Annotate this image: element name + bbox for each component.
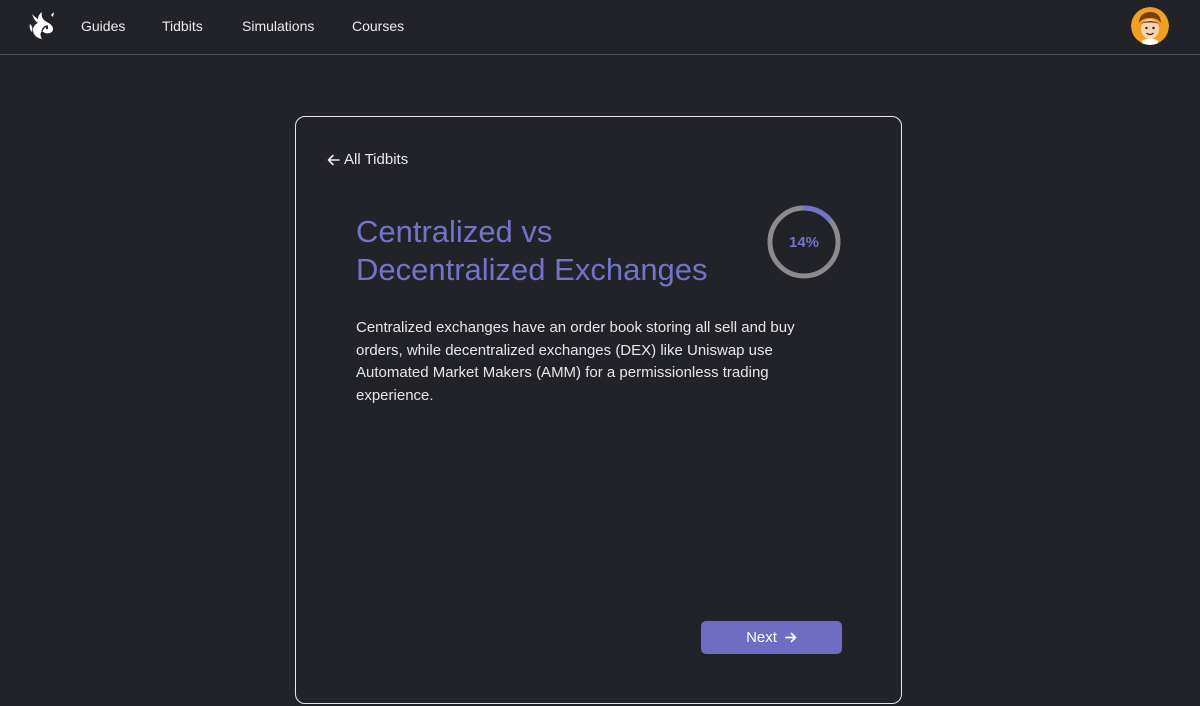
tidbit-card: All Tidbits Centralized vs Decentralized… xyxy=(295,116,902,704)
user-avatar-icon[interactable] xyxy=(1131,7,1169,45)
next-button[interactable]: Next xyxy=(701,621,842,654)
nav-guides-link[interactable]: Guides xyxy=(81,18,125,35)
nav-tidbits-link[interactable]: Tidbits xyxy=(162,18,203,35)
top-navigation-bar: Guides Tidbits Simulations Courses xyxy=(0,0,1200,55)
tidbit-body-text: Centralized exchanges have an order book… xyxy=(356,319,795,404)
nav-simulations-link[interactable]: Simulations xyxy=(242,18,314,35)
all-tidbits-back-link[interactable]: All Tidbits xyxy=(327,151,408,169)
title-line-2: Decentralized Exchanges xyxy=(356,252,708,287)
next-button-label: Next xyxy=(746,629,777,646)
arrow-left-icon xyxy=(327,154,340,166)
tidbit-title: Centralized vs Decentralized Exchanges xyxy=(356,213,756,289)
progress-ring: 14% xyxy=(765,203,843,281)
title-line-1: Centralized vs xyxy=(356,214,553,249)
nav-courses-link[interactable]: Courses xyxy=(352,18,404,35)
arrow-right-icon xyxy=(785,632,797,643)
back-link-label: All Tidbits xyxy=(344,151,409,168)
progress-percent-label: 14% xyxy=(788,233,820,251)
unicorn-logo-icon[interactable] xyxy=(26,10,58,42)
